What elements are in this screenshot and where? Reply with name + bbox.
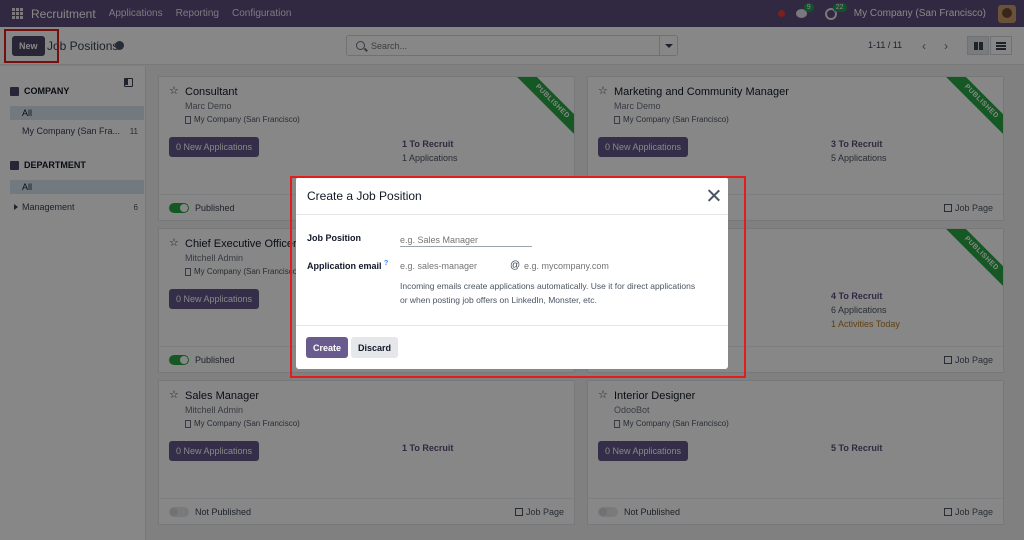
modal-highlight	[290, 176, 746, 378]
